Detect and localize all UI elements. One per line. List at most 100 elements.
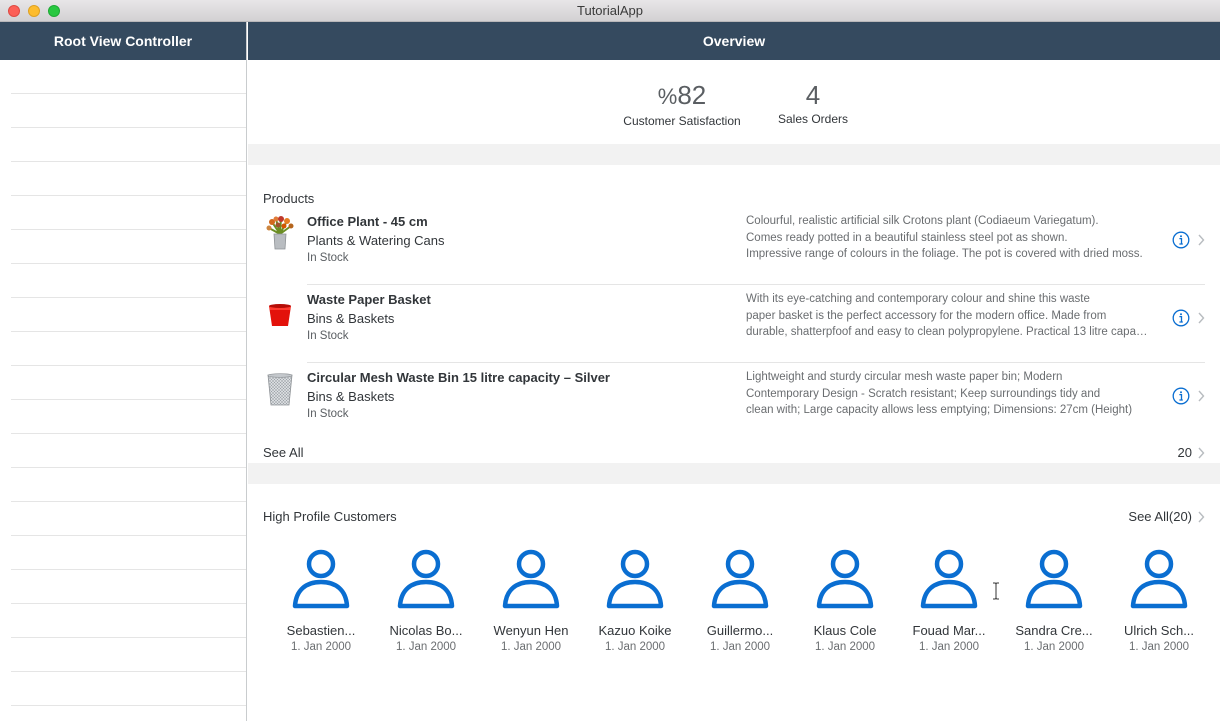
customer-card[interactable]: Ulrich Sch... 1. Jan 2000	[1113, 548, 1205, 653]
customer-card[interactable]: Nicolas Bo... 1. Jan 2000	[380, 548, 472, 653]
description-line: clean with; Large capacity allows less e…	[746, 404, 1133, 417]
chevron-right-icon	[1198, 234, 1205, 246]
app-window: TutorialApp Root View Controller Overvie…	[0, 0, 1220, 721]
kpi-label: Customer Satisfaction	[623, 114, 741, 128]
detail-nav-bar: Overview	[248, 22, 1220, 60]
master-nav-bar: Root View Controller	[0, 22, 246, 60]
close-window-button[interactable]	[8, 5, 20, 17]
description-line: Contemporary Design - Scratch resistant;…	[746, 387, 1101, 400]
product-description: Colourful, realistic artificial silk Cro…	[746, 213, 1150, 263]
product-row-circular-mesh-bin[interactable]: Circular Mesh Waste Bin 15 litre capacit…	[248, 363, 1220, 441]
customers-see-all-link[interactable]: See All(20)	[1128, 509, 1192, 524]
description-line: Comes ready potted in a beautiful stainl…	[746, 231, 1068, 244]
info-icon[interactable]	[1172, 387, 1190, 405]
customer-date: 1. Jan 2000	[814, 641, 876, 653]
customer-date: 1. Jan 2000	[604, 641, 666, 653]
master-nav-title: Root View Controller	[53, 33, 193, 49]
customer-card[interactable]: Fouad Mar... 1. Jan 2000	[903, 548, 995, 653]
chevron-right-icon	[1198, 447, 1205, 459]
kpi-sales-orders: 4 Sales Orders	[773, 80, 853, 126]
customer-name: Sandra Cre...	[1015, 623, 1093, 638]
person-icon	[711, 549, 769, 609]
minimize-window-button[interactable]	[28, 5, 40, 17]
product-category: Bins & Baskets	[307, 389, 395, 404]
description-line: Lightweight and sturdy circular mesh was…	[746, 371, 1063, 383]
product-category: Plants & Watering Cans	[307, 233, 445, 248]
chevron-right-icon	[1198, 390, 1205, 402]
see-all-label: See All(20)	[1128, 509, 1192, 524]
chevron-right-icon	[1198, 511, 1205, 523]
plant-image	[266, 216, 294, 250]
master-pane: Root View Controller	[0, 22, 247, 721]
customer-date: 1. Jan 2000	[709, 641, 771, 653]
description-line: durable, shatterpfoof and easy to clean …	[746, 326, 1150, 339]
customer-name: Guillermo...	[706, 623, 774, 638]
customer-card[interactable]: Sebastien... 1. Jan 2000	[275, 548, 367, 653]
mesh-bin-image	[267, 373, 293, 406]
person-icon	[397, 549, 455, 609]
section-separator	[248, 463, 1220, 484]
customer-date: 1. Jan 2000	[918, 641, 980, 653]
info-icon[interactable]	[1172, 309, 1190, 327]
chevron-right-icon	[1198, 312, 1205, 324]
customer-date: 1. Jan 2000	[1023, 641, 1085, 653]
person-icon	[1130, 549, 1188, 609]
customer-card[interactable]: Kazuo Koike 1. Jan 2000	[589, 548, 681, 653]
description-line: Colourful, realistic artificial silk Cro…	[746, 215, 1099, 227]
customer-date: 1. Jan 2000	[500, 641, 562, 653]
kpi-header: %82 Customer Satisfaction 4 Sales Orders	[248, 60, 1220, 144]
text-cursor-icon	[993, 582, 999, 600]
red-basket-image	[269, 304, 291, 326]
customer-card[interactable]: Guillermo... 1. Jan 2000	[694, 548, 786, 653]
products-section-title: Products	[263, 191, 315, 206]
window-title: TutorialApp	[577, 3, 643, 18]
kpi-customer-satisfaction: %82 Customer Satisfaction	[620, 80, 744, 128]
product-name: Office Plant - 45 cm	[307, 214, 428, 229]
description-line: paper basket is the perfect accessory fo…	[746, 309, 1107, 322]
see-all-count: 20	[1177, 445, 1192, 460]
title-bar: TutorialApp	[0, 0, 1220, 22]
see-all-label: See All	[263, 445, 304, 460]
product-stock-status: In Stock	[307, 252, 349, 264]
product-description: Lightweight and sturdy circular mesh was…	[746, 369, 1150, 419]
customer-card[interactable]: Sandra Cre... 1. Jan 2000	[1008, 548, 1100, 653]
description-line: With its eye-catching and contemporary c…	[746, 293, 1090, 305]
product-description: With its eye-catching and contemporary c…	[746, 291, 1150, 341]
customer-name: Wenyun Hen	[493, 623, 569, 638]
section-separator	[248, 144, 1220, 165]
person-icon	[816, 549, 874, 609]
product-stock-status: In Stock	[307, 408, 349, 420]
products-see-all-row[interactable]: See All 20	[248, 441, 1220, 463]
customers-section: High Profile Customers See All(20) Sebas…	[248, 484, 1220, 698]
customer-date: 1. Jan 2000	[1128, 641, 1190, 653]
customer-date: 1. Jan 2000	[290, 641, 352, 653]
kpi-number: 82	[677, 80, 707, 110]
kpi-label: Sales Orders	[777, 112, 849, 126]
product-category: Bins & Baskets	[307, 311, 395, 326]
customer-name: Fouad Mar...	[912, 623, 986, 638]
product-row-office-plant[interactable]: Office Plant - 45 cm Plants & Watering C…	[248, 207, 1220, 285]
master-empty-table[interactable]	[11, 60, 246, 721]
info-icon[interactable]	[1172, 231, 1190, 249]
customer-name: Nicolas Bo...	[389, 623, 463, 638]
person-icon	[292, 549, 350, 609]
product-name: Waste Paper Basket	[307, 292, 431, 307]
kpi-value: 4	[773, 80, 853, 110]
products-section: Products Office Plant - 45 cm Plants & W…	[248, 165, 1220, 463]
customers-section-title: High Profile Customers	[263, 509, 397, 524]
detail-pane: Overview %82 Customer Satisfaction 4 Sal…	[248, 22, 1220, 721]
product-row-waste-paper-basket[interactable]: Waste Paper Basket Bins & Baskets In Sto…	[248, 285, 1220, 363]
customer-date: 1. Jan 2000	[395, 641, 457, 653]
zoom-window-button[interactable]	[48, 5, 60, 17]
kpi-number: 4	[805, 80, 821, 110]
customer-card[interactable]: Klaus Cole 1. Jan 2000	[799, 548, 891, 653]
product-stock-status: In Stock	[307, 330, 349, 342]
description-line: Impressive range of colours in the folia…	[746, 248, 1143, 261]
detail-nav-title: Overview	[702, 33, 766, 49]
person-icon	[606, 549, 664, 609]
product-name: Circular Mesh Waste Bin 15 litre capacit…	[307, 370, 610, 385]
person-icon	[502, 549, 560, 609]
kpi-unit: %	[657, 84, 678, 109]
customer-name: Sebastien...	[286, 623, 356, 638]
customer-card[interactable]: Wenyun Hen 1. Jan 2000	[485, 548, 577, 653]
